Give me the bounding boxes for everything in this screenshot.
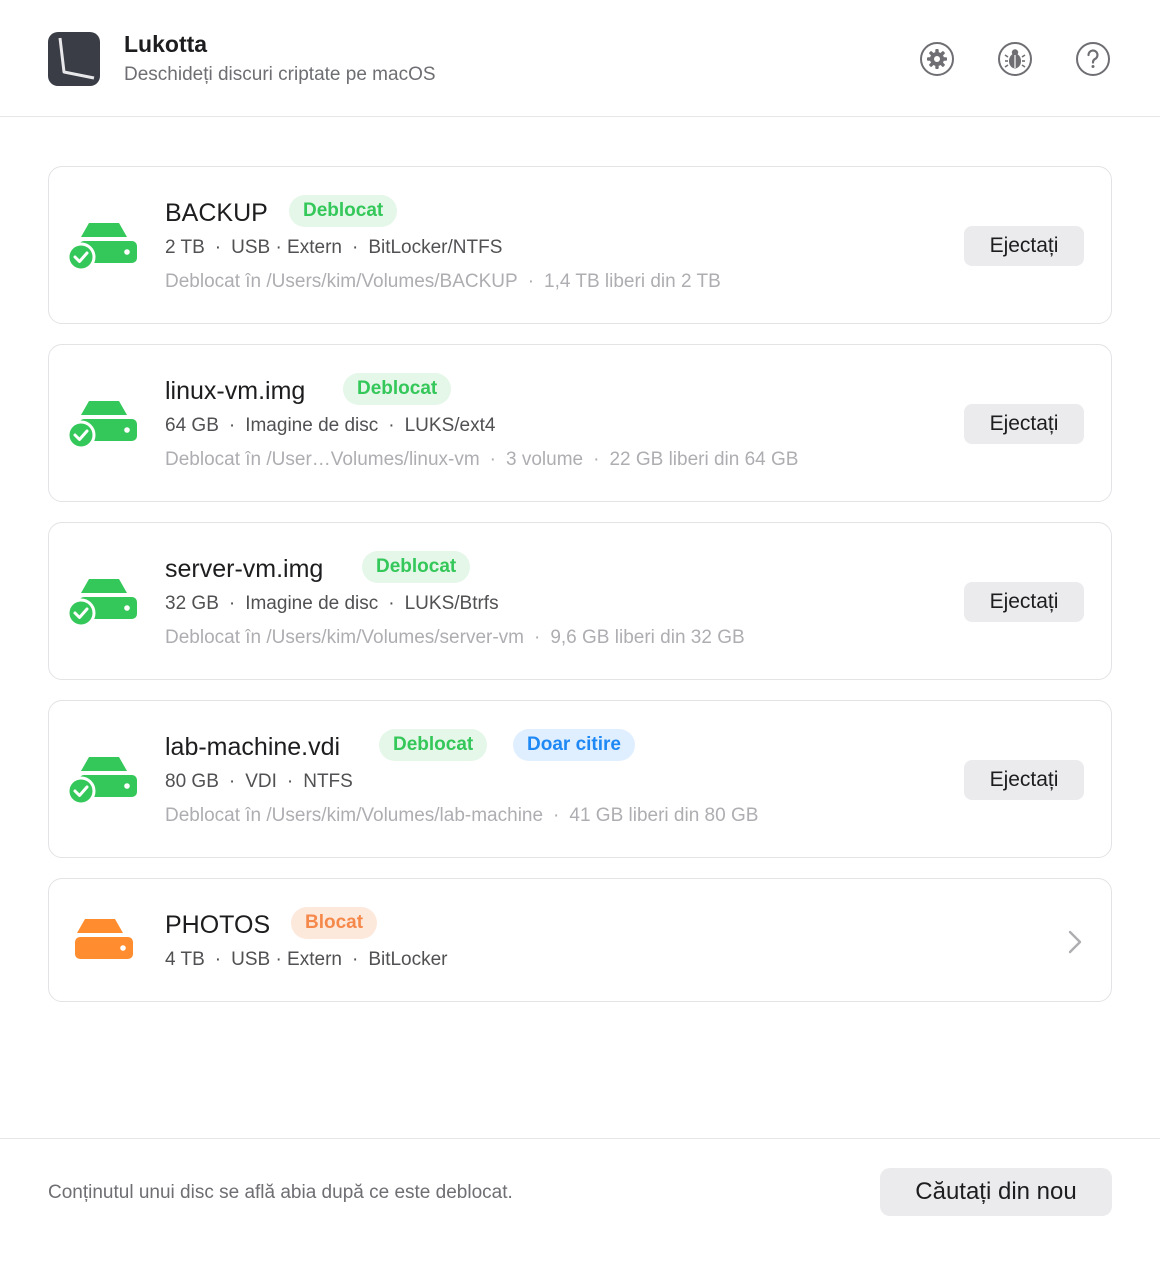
disk-card[interactable]: lab-machine.vdi Deblocat Doar citire 80 … — [48, 700, 1112, 858]
disk-mount-info: Deblocat în /User…Volumes/linux-vm · 3 vol… — [165, 449, 799, 470]
disk-card[interactable]: BACKUP Deblocat 2 TB · USB · Extern · BitLoc… — [48, 166, 1112, 324]
disk-name: lab-machine.vdi — [165, 733, 341, 761]
help-button[interactable] — [1074, 40, 1112, 78]
bug-icon — [998, 42, 1032, 76]
disk-meta: 2 TB · USB · Extern · BitLocker/NTFS — [165, 237, 503, 258]
status-badge: Deblocat — [362, 551, 471, 583]
disk-name: linux-vm.img — [165, 377, 306, 405]
chevron-right-icon[interactable] — [1065, 929, 1085, 955]
help-icon — [1076, 42, 1110, 76]
disk-meta: 4 TB · USB · Extern · BitLocker — [165, 949, 448, 970]
unlocked-drive-icon — [67, 401, 137, 450]
rescan-button[interactable]: Căutați din nou — [880, 1168, 1112, 1216]
app-logo-icon — [48, 32, 100, 86]
disk-mount-info: Deblocat în /Users/kim/Volumes/BACKUP · 1,… — [165, 271, 721, 292]
locked-drive-icon — [75, 919, 133, 959]
readonly-badge: Doar citire — [513, 729, 635, 761]
disk-card[interactable]: server-vm.img Deblocat 32 GB · Imagine de … — [48, 522, 1112, 680]
status-badge: Deblocat — [379, 729, 488, 761]
status-badge: Blocat — [291, 907, 378, 939]
app-title: Lukotta — [124, 31, 208, 57]
disk-meta: 64 GB · Imagine de disc · LUKS/ext4 — [165, 415, 496, 436]
unlocked-drive-icon — [67, 757, 137, 806]
disk-name: BACKUP — [165, 199, 268, 227]
disk-card[interactable]: linux-vm.img Deblocat 64 GB · Imagine de d… — [48, 344, 1112, 502]
disk-meta: 32 GB · Imagine de disc · LUKS/Btrfs — [165, 593, 499, 614]
footer-note: Conținutul unui disc se află abia după c… — [48, 1182, 513, 1203]
status-badge: Deblocat — [343, 373, 452, 405]
disk-mount-info: Deblocat în /Users/kim/Volumes/lab-machi… — [165, 805, 759, 826]
unlocked-drive-icon — [67, 579, 137, 628]
disk-card[interactable]: PHOTOS Blocat 4 TB · USB · Extern · BitLocke… — [48, 878, 1112, 1002]
footer-divider — [0, 1138, 1160, 1139]
app-subtitle: Deschideți discuri criptate pe macOS — [124, 64, 436, 85]
settings-button[interactable] — [918, 40, 956, 78]
status-badge: Deblocat — [289, 195, 398, 227]
disk-meta: 80 GB · VDI · NTFS — [165, 771, 353, 792]
disk-name: PHOTOS — [165, 911, 271, 939]
app-header: Lukotta Deschideți discuri criptate pe m… — [0, 0, 1160, 117]
eject-button[interactable]: Ejectați — [964, 226, 1084, 266]
debug-button[interactable] — [996, 40, 1034, 78]
unlocked-drive-icon — [67, 223, 137, 272]
gear-icon — [920, 42, 954, 76]
eject-button[interactable]: Ejectați — [964, 760, 1084, 800]
eject-button[interactable]: Ejectați — [964, 582, 1084, 622]
disk-name: server-vm.img — [165, 555, 324, 583]
disk-mount-info: Deblocat în /Users/kim/Volumes/server-vm… — [165, 627, 745, 648]
eject-button[interactable]: Ejectați — [964, 404, 1084, 444]
